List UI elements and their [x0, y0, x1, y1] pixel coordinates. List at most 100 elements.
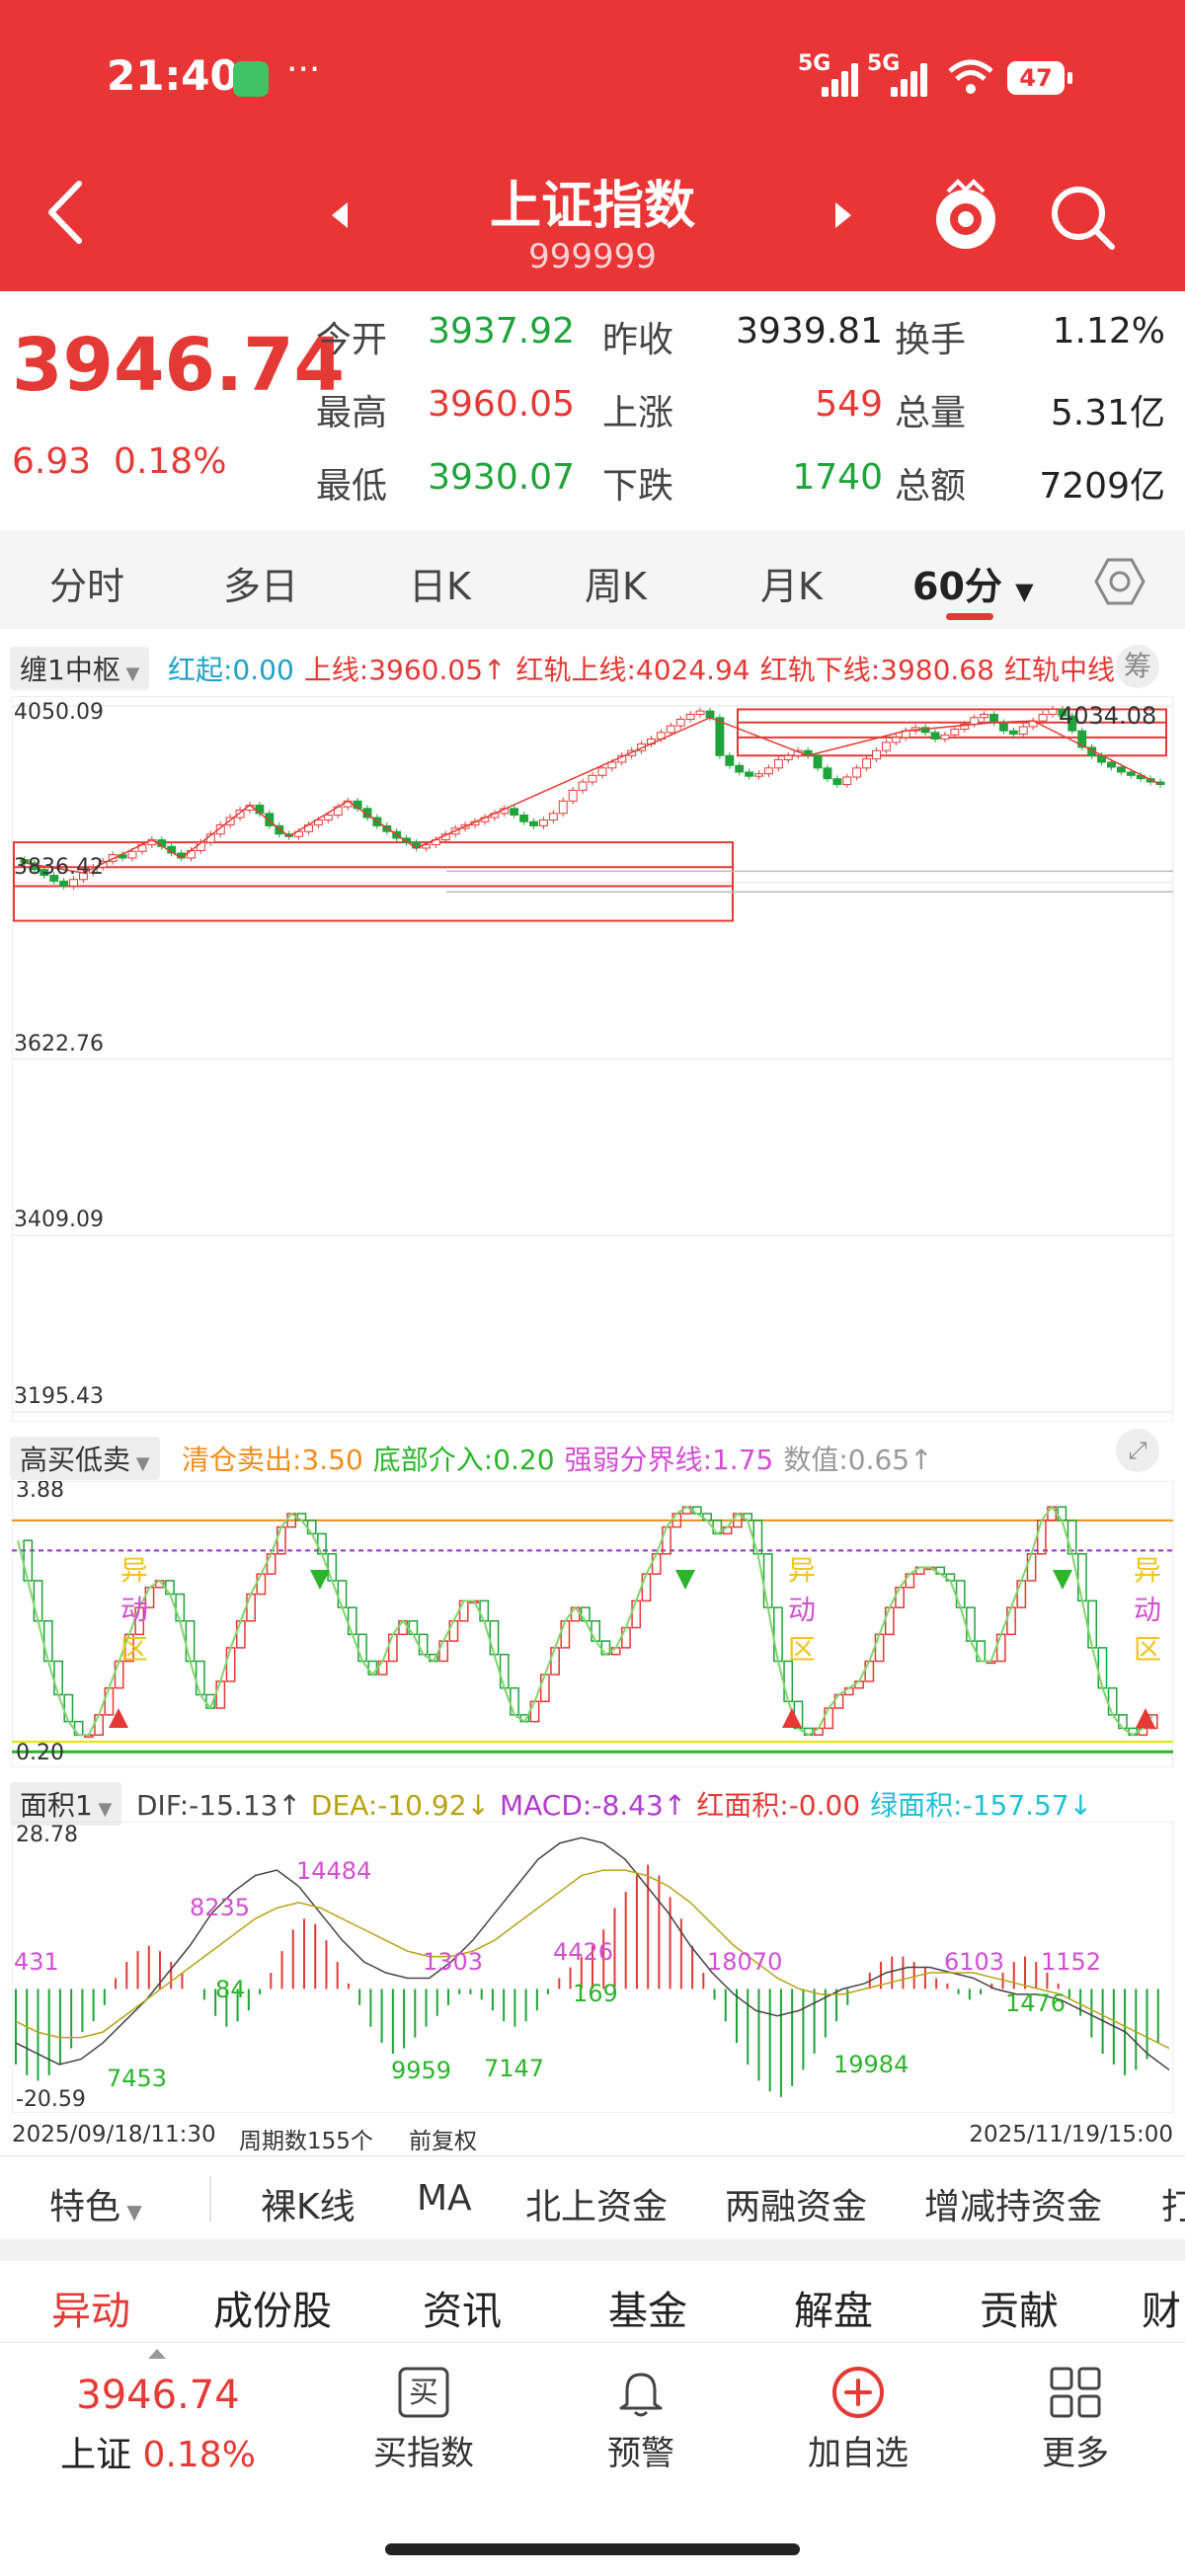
- oscillator-bar: [884, 1606, 895, 1636]
- tab-multi-day[interactable]: 多日: [223, 556, 298, 610]
- news-tab-components[interactable]: 成份股: [213, 2279, 332, 2336]
- price-change: 6.93 0.18%: [12, 441, 226, 482]
- macd-selector[interactable]: 面积1 ▼: [10, 1782, 122, 1826]
- feature-naked-k[interactable]: 裸K线: [261, 2178, 356, 2229]
- quote-field-label: 昨收: [602, 320, 674, 360]
- kline-chart[interactable]: [12, 696, 1173, 1422]
- oscillator-bar: [550, 1647, 560, 1676]
- mini-quote[interactable]: 3946.74 上证 0.18%: [0, 2373, 316, 2477]
- add-watchlist-button[interactable]: 加自选: [784, 2365, 932, 2474]
- feature-ma[interactable]: MA: [417, 2178, 472, 2219]
- anomaly-zone-label: 动: [788, 1594, 816, 1626]
- change-percent: 0.18%: [114, 441, 227, 482]
- feature-northbound[interactable]: 北上资金: [525, 2178, 668, 2229]
- tab-weekly-k[interactable]: 周K: [585, 556, 647, 610]
- oscillator-selector[interactable]: 高买低卖 ▼: [10, 1437, 160, 1480]
- oscillator-bar: [621, 1626, 631, 1649]
- candle: [998, 722, 1008, 732]
- candle: [323, 815, 333, 821]
- feature-margin[interactable]: 两融资金: [725, 2178, 867, 2229]
- main-indicator-selector[interactable]: 缠1中枢 ▼: [10, 647, 150, 690]
- candle: [529, 820, 538, 826]
- oscillator-bar: [23, 1539, 34, 1582]
- sell-arrow-icon: [310, 1570, 330, 1590]
- news-tab-info[interactable]: 资讯: [423, 2279, 502, 2336]
- quote-field-value: 3930.07: [428, 457, 575, 498]
- end-date: 2025/11/19/15:00: [969, 2122, 1173, 2147]
- oscillator-bar: [175, 1593, 186, 1622]
- kline-y-tick-label: 3836.42: [14, 854, 104, 880]
- candle: [754, 773, 764, 777]
- news-tab-movement[interactable]: 异动: [51, 2279, 130, 2336]
- candle: [1107, 761, 1116, 768]
- more-button[interactable]: 更多: [1001, 2365, 1149, 2474]
- oscillator-bar: [489, 1619, 500, 1656]
- caret-up-icon: [148, 2349, 166, 2359]
- news-tab-finance[interactable]: 财: [1142, 2279, 1181, 2336]
- quote-field-label: 换手: [895, 320, 967, 360]
- oscillator-bar: [762, 1553, 773, 1608]
- quote-field-label: 总额: [895, 466, 967, 507]
- main-indicator-values: 红起:0.00 上线:3960.05↑ 红轨上线:4024.94 红轨下线:3980.…: [168, 649, 1125, 688]
- oscillator-bar: [641, 1573, 652, 1602]
- stock-code: 999999: [528, 237, 657, 276]
- quote-field-label: 下跌: [602, 466, 674, 507]
- quote-field-label: 最低: [316, 466, 388, 507]
- next-stock-icon[interactable]: [831, 200, 855, 230]
- tab-daily-k[interactable]: 日K: [409, 556, 471, 610]
- oscillator-bar: [104, 1686, 115, 1716]
- macd-indicator-name: 面积1: [20, 1789, 93, 1822]
- kline-y-tick-label: 4050.09: [14, 700, 104, 725]
- macd-area-annotation: 431: [14, 1948, 59, 1976]
- feature-holdings[interactable]: 增减持资金: [924, 2178, 1102, 2229]
- battery-icon: 47: [1007, 61, 1072, 95]
- feature-special[interactable]: 特色 ▼: [49, 2178, 142, 2229]
- oscillator-bar: [976, 1640, 987, 1663]
- indicator-value: 数值:0.65↑: [783, 1444, 933, 1476]
- chip-distribution-button[interactable]: 筹: [1116, 645, 1159, 688]
- signal-icon-2: [889, 61, 930, 97]
- news-tab-contribution[interactable]: 贡献: [980, 2279, 1059, 2336]
- chevron-down-icon: ▼: [1015, 578, 1034, 605]
- mascot-icon[interactable]: [930, 178, 1001, 257]
- oscillator-chart[interactable]: 3.88 0.20 异动区 异动区 异动区: [12, 1481, 1173, 1767]
- change-amount: 6.93: [12, 441, 92, 482]
- candle: [881, 742, 891, 751]
- mini-name: 上证: [60, 2435, 132, 2475]
- anomaly-zone-label: 异: [788, 1554, 816, 1587]
- candle: [127, 850, 137, 859]
- home-indicator[interactable]: [385, 2543, 800, 2555]
- expand-icon[interactable]: ⤢: [1116, 1429, 1159, 1472]
- feature-special-label: 特色: [49, 2187, 121, 2227]
- oscillator-bar: [42, 1619, 53, 1663]
- candle: [568, 789, 578, 802]
- buy-index-button[interactable]: 买 买指数: [350, 2365, 498, 2474]
- news-tab-analysis[interactable]: 解盘: [794, 2279, 873, 2336]
- tab-intraday[interactable]: 分时: [49, 556, 124, 610]
- candle: [695, 710, 705, 715]
- oscillator-bar: [955, 1580, 966, 1608]
- settings-icon[interactable]: [1094, 556, 1146, 607]
- candle: [685, 713, 695, 720]
- search-icon[interactable]: [1047, 182, 1118, 253]
- indicator-value: 底部介入:0.20: [372, 1444, 555, 1476]
- macd-area-annotation: 6103: [944, 1948, 1004, 1976]
- feature-more[interactable]: 打: [1161, 2178, 1185, 2229]
- tab-monthly-k[interactable]: 月K: [760, 556, 823, 610]
- candle: [69, 879, 78, 887]
- candle: [578, 781, 588, 791]
- alert-button[interactable]: 预警: [567, 2365, 715, 2474]
- candle: [1038, 713, 1048, 722]
- period-tabs: 分时 多日 日K 周K 月K 60分 ▼: [0, 530, 1185, 629]
- candle: [862, 758, 872, 769]
- macd-chart[interactable]: 28.78 -20.59 431 8235 14484 1303 4426 18070 6103…: [12, 1822, 1173, 2113]
- bell-icon: [619, 2373, 663, 2417]
- tab-60min[interactable]: 60分 ▼: [912, 556, 1034, 610]
- macd-area-annotation: 7147: [484, 2055, 544, 2082]
- indicator-value: 红轨上线:4024.94: [515, 654, 750, 686]
- buy-icon: 买: [398, 2367, 449, 2418]
- adjust-mode[interactable]: 前复权: [409, 2122, 477, 2155]
- chevron-down-icon: ▼: [130, 1453, 150, 1474]
- oscillator-bar: [53, 1660, 63, 1696]
- news-tab-fund[interactable]: 基金: [608, 2279, 687, 2336]
